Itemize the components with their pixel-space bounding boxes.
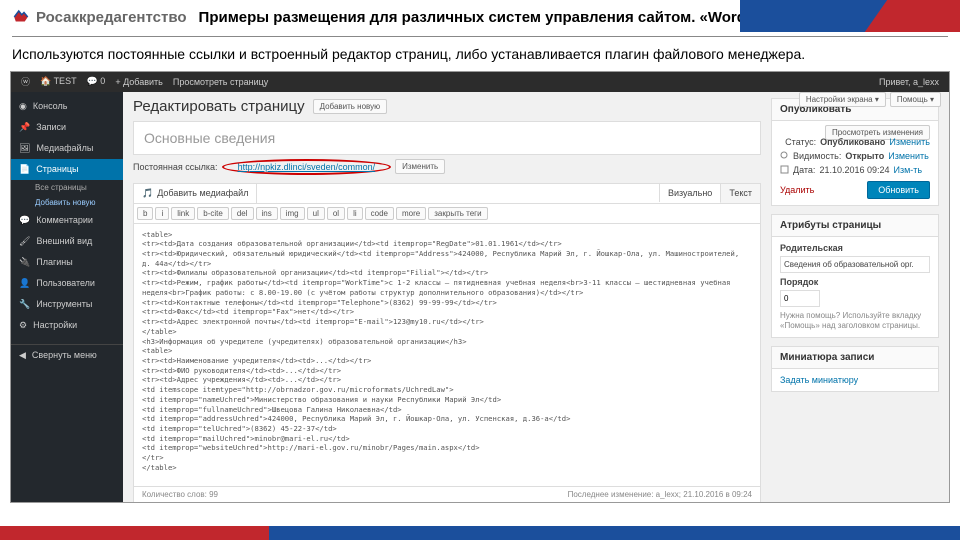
wp-sidebar: ◉Консоль📌Записи🖼Медиафайлы📄СтраницыВсе с…	[11, 92, 123, 503]
update-button[interactable]: Обновить	[867, 181, 930, 199]
collapse-menu[interactable]: ◀Свернуть меню	[11, 344, 123, 366]
toolbar-ol[interactable]: ol	[327, 207, 345, 220]
page-icon: 📄	[19, 164, 30, 175]
user-greeting[interactable]: Привет, a_lexx	[869, 77, 949, 87]
publish-box: Опубликовать Просмотреть изменения Стату…	[771, 98, 939, 206]
sidebar-item-brush[interactable]: 🖌Внешний вид	[11, 231, 123, 252]
visibility-edit[interactable]: Изменить	[888, 151, 929, 161]
screen-options-tab[interactable]: Настройки экрана ▾	[799, 92, 886, 107]
sidebar-item-gear[interactable]: ⚙Настройки	[11, 315, 123, 336]
add-media-button[interactable]: 🎵 Добавить медиафайл	[134, 184, 257, 203]
comment-icon: 💬	[19, 215, 30, 226]
sidebar-item-comment[interactable]: 💬Комментарии	[11, 210, 123, 231]
word-count: Количество слов: 99	[142, 490, 218, 499]
slide-description: Используются постоянные ссылки и встроен…	[12, 45, 948, 65]
add-new-button[interactable]: Добавить новую	[313, 99, 388, 114]
last-modified: Последнее изменение: a_lexx; 21.10.2016 …	[568, 490, 752, 499]
brush-icon: 🖌	[19, 236, 30, 247]
sidebar-item-plug[interactable]: 🔌Плагины	[11, 252, 123, 273]
comments-count[interactable]: 💬 0	[87, 76, 106, 87]
corner-decor	[740, 0, 960, 32]
toolbar-закрыть теги[interactable]: закрыть теги	[428, 207, 487, 220]
code-textarea[interactable]: <table> <tr><td>Дата создания образовате…	[134, 224, 760, 486]
sidebar-sub[interactable]: Все страницы	[11, 180, 123, 195]
parent-select[interactable]: Сведения об образовательной орг.	[780, 256, 930, 273]
set-thumbnail-link[interactable]: Задать миниатюру	[780, 375, 858, 385]
view-page[interactable]: Просмотреть страницу	[173, 77, 268, 87]
wp-logo-icon[interactable]: ⓦ	[21, 75, 30, 88]
title-input[interactable]: Основные сведения	[133, 121, 761, 155]
sidebar-item-tool[interactable]: 🔧Инструменты	[11, 294, 123, 315]
toolbar-b-cite[interactable]: b-cite	[197, 207, 229, 220]
toolbar-li[interactable]: li	[347, 207, 363, 220]
slide-title: Примеры размещения для различных систем …	[199, 9, 800, 26]
page-attributes-box: Атрибуты страницы Родительская Сведения …	[771, 214, 939, 338]
dash-icon: ◉	[19, 101, 27, 112]
status-edit[interactable]: Изменить	[889, 137, 930, 147]
pin-icon: 📌	[19, 122, 30, 133]
eye-icon	[780, 151, 789, 160]
tool-icon: 🔧	[19, 299, 30, 310]
sidebar-sub[interactable]: Добавить новую	[11, 195, 123, 210]
wordpress-screenshot: ⓦ 🏠 TEST 💬 0 + Добавить Просмотреть стра…	[10, 71, 950, 503]
toolbar-ins[interactable]: ins	[256, 207, 278, 220]
permalink-url[interactable]: http://npkiz.dlinci/sveden/common/	[222, 159, 392, 175]
toolbar-code[interactable]: code	[365, 207, 394, 220]
sidebar-item-page[interactable]: 📄Страницы	[11, 159, 123, 180]
plug-icon: 🔌	[19, 257, 30, 268]
media-icon: 🖼	[19, 143, 30, 154]
toolbar-link[interactable]: link	[171, 207, 195, 220]
footer-blue	[269, 526, 960, 540]
pin-icon	[780, 137, 781, 146]
tab-text[interactable]: Текст	[720, 184, 760, 203]
toolbar-i[interactable]: i	[155, 207, 169, 220]
sidebar-item-user[interactable]: 👤Пользователи	[11, 273, 123, 294]
sidebar-item-pin[interactable]: 📌Записи	[11, 117, 123, 138]
toolbar-del[interactable]: del	[231, 207, 254, 220]
help-tab[interactable]: Помощь ▾	[890, 92, 941, 107]
gear-icon: ⚙	[19, 320, 27, 331]
wp-adminbar[interactable]: ⓦ 🏠 TEST 💬 0 + Добавить Просмотреть стра…	[11, 72, 949, 92]
footer-red	[0, 526, 269, 540]
camera-icon: 🎵	[142, 188, 153, 199]
sidebar-item-dash[interactable]: ◉Консоль	[11, 96, 123, 117]
toolbar-b[interactable]: b	[137, 207, 153, 220]
permalink-label: Постоянная ссылка:	[133, 162, 218, 172]
content-editor: 🎵 Добавить медиафайл Визуально Текст bil…	[133, 183, 761, 503]
page-heading: Редактировать страницу Добавить новую	[133, 98, 761, 115]
brand-logo: Росаккредагентство	[12, 8, 187, 26]
toolbar-img[interactable]: img	[280, 207, 305, 220]
toolbar-more[interactable]: more	[396, 207, 426, 220]
site-name[interactable]: 🏠 TEST	[40, 76, 77, 87]
order-input[interactable]	[780, 290, 820, 307]
collapse-icon: ◀	[19, 350, 26, 361]
permalink-edit-button[interactable]: Изменить	[395, 159, 445, 174]
user-icon: 👤	[19, 278, 30, 289]
date-edit[interactable]: Изм-ть	[894, 165, 923, 175]
thumbnail-box: Миниатюра записи Задать миниатюру	[771, 346, 939, 392]
toolbar-ul[interactable]: ul	[307, 207, 325, 220]
add-new-menu[interactable]: + Добавить	[115, 77, 163, 87]
delete-link[interactable]: Удалить	[780, 185, 814, 195]
tab-visual[interactable]: Визуально	[659, 184, 720, 202]
editor-toolbar: bilinkb-citedelinsimgulollicodemoreзакры…	[134, 204, 760, 224]
calendar-icon	[780, 165, 789, 174]
sidebar-item-media[interactable]: 🖼Медиафайлы	[11, 138, 123, 159]
